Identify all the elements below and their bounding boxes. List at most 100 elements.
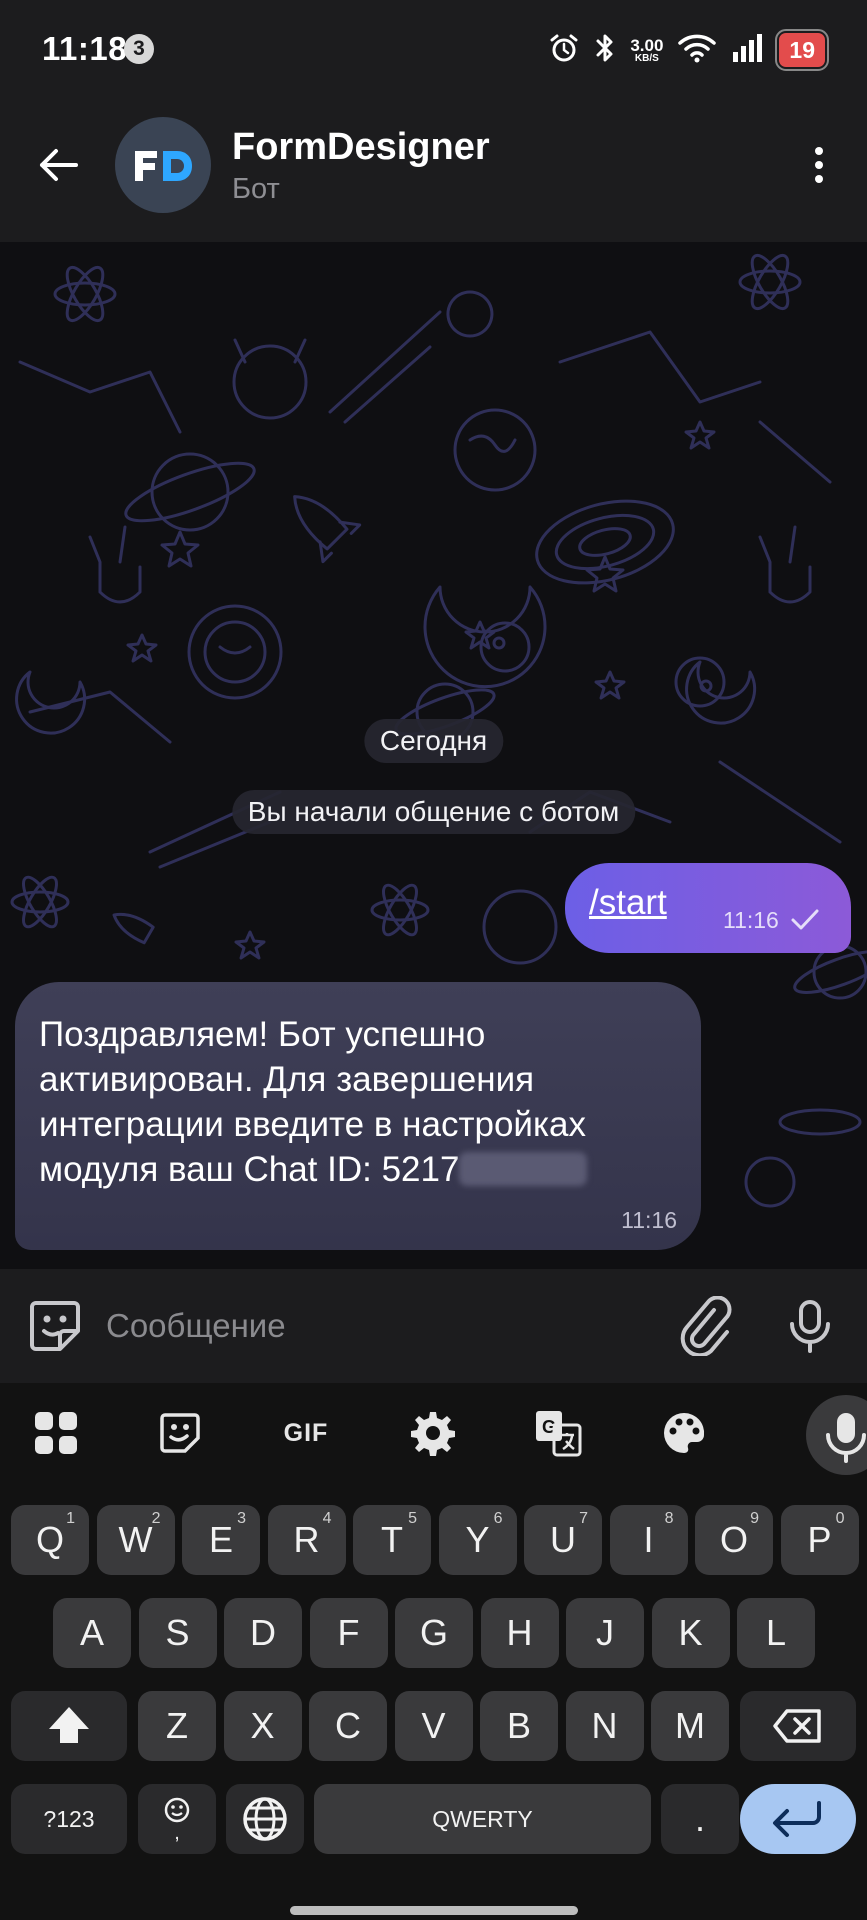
key-s[interactable]: S	[138, 1598, 217, 1668]
key-f[interactable]: F	[309, 1598, 388, 1668]
sticker-icon	[160, 1413, 200, 1453]
settings-icon	[411, 1412, 455, 1456]
keyboard-voice-button[interactable]	[806, 1395, 867, 1475]
emoji-key[interactable]: ,	[138, 1784, 216, 1854]
mic-icon	[790, 1300, 830, 1353]
key-number-hint: 8	[664, 1510, 674, 1527]
key-label: P	[807, 1519, 832, 1560]
symbols-key[interactable]: ?123	[11, 1784, 127, 1854]
key-t[interactable]: T5	[353, 1505, 431, 1575]
message-time: 11:16	[723, 907, 779, 933]
service-message: Вы начали общение с ботом	[231, 790, 636, 834]
translate-icon: G	[536, 1411, 582, 1457]
mic-icon	[826, 1413, 866, 1463]
more-vertical-icon	[815, 147, 823, 183]
key-number-hint: 4	[322, 1510, 332, 1527]
key-label: T	[381, 1519, 403, 1560]
key-number-hint: 2	[151, 1510, 161, 1527]
key-m[interactable]: M	[651, 1691, 729, 1761]
enter-key[interactable]	[740, 1784, 856, 1854]
key-c[interactable]: C	[309, 1691, 387, 1761]
sticker-icon	[30, 1301, 80, 1351]
key-label: I	[643, 1519, 654, 1560]
network-speed: 3.00 KB/S	[630, 35, 664, 64]
back-button[interactable]	[28, 135, 88, 195]
avatar[interactable]	[115, 117, 211, 213]
attach-button[interactable]	[676, 1295, 736, 1358]
redacted-chat-id	[459, 1152, 588, 1186]
sent-check-icon	[791, 909, 819, 930]
key-label: U	[550, 1519, 576, 1560]
key-x[interactable]: X	[223, 1691, 302, 1761]
key-label: Y	[465, 1519, 490, 1560]
notification-count-badge: 3	[124, 34, 154, 64]
key-number-hint: 1	[66, 1510, 75, 1527]
keyboard: GIF G ?123 , QWERTY . Q1W2E3R4T5Y6U7I8O9…	[0, 1383, 867, 1920]
gif-button[interactable]: GIF	[276, 1403, 336, 1463]
sticker-button[interactable]	[150, 1403, 210, 1463]
key-j[interactable]: J	[566, 1598, 644, 1668]
key-k[interactable]: K	[651, 1598, 730, 1668]
period-key[interactable]: .	[661, 1784, 739, 1854]
key-g[interactable]: G	[395, 1598, 473, 1668]
key-a[interactable]: A	[53, 1598, 131, 1668]
key-number-hint: 9	[750, 1510, 759, 1527]
space-key[interactable]: QWERTY	[314, 1784, 651, 1854]
alarm-icon	[548, 32, 580, 69]
command-link[interactable]: /start	[589, 883, 667, 923]
key-b[interactable]: B	[480, 1691, 558, 1761]
key-l[interactable]: L	[737, 1598, 815, 1668]
key-number-hint: 0	[835, 1510, 845, 1527]
key-r[interactable]: R4	[267, 1505, 346, 1575]
emoji-key-comma: ,	[174, 1822, 180, 1844]
key-n[interactable]: N	[565, 1691, 644, 1761]
key-v[interactable]: V	[394, 1691, 473, 1761]
theme-button[interactable]	[654, 1403, 714, 1463]
key-q[interactable]: Q1	[11, 1505, 89, 1575]
shift-icon	[49, 1707, 89, 1743]
key-p[interactable]: P0	[780, 1505, 859, 1575]
key-z[interactable]: Z	[138, 1691, 216, 1761]
key-y[interactable]: Y6	[438, 1505, 517, 1575]
key-label: R	[293, 1519, 320, 1560]
more-menu-button[interactable]	[791, 135, 847, 195]
message-input[interactable]	[106, 1298, 556, 1354]
incoming-message-text: Поздравляем! Бот успешно активирован. Дл…	[39, 1012, 679, 1192]
chat-area[interactable]: Сегодня Вы начали общение с ботом /start…	[0, 242, 867, 1269]
keyboard-settings-button[interactable]	[403, 1403, 463, 1463]
key-number-hint: 7	[579, 1510, 588, 1527]
incoming-message-bubble[interactable]: Поздравляем! Бот успешно активирован. Дл…	[15, 982, 701, 1250]
key-number-hint: 6	[493, 1510, 503, 1527]
apps-icon	[35, 1412, 77, 1454]
key-e[interactable]: E3	[182, 1505, 260, 1575]
chat-header: FormDesigner Бот	[0, 100, 867, 242]
backspace-key[interactable]	[740, 1691, 856, 1761]
status-time: 11:18	[42, 30, 128, 67]
keyboard-toolbar: GIF G	[0, 1383, 867, 1483]
key-label: W	[118, 1519, 153, 1560]
key-u[interactable]: U7	[524, 1505, 602, 1575]
language-key[interactable]	[226, 1784, 304, 1854]
enter-icon	[773, 1801, 821, 1837]
shift-key[interactable]	[11, 1691, 127, 1761]
sticker-emoji-button[interactable]	[26, 1297, 84, 1355]
paperclip-icon	[680, 1295, 732, 1358]
globe-icon	[243, 1797, 287, 1841]
home-indicator[interactable]	[290, 1906, 578, 1915]
key-h[interactable]: H	[480, 1598, 559, 1668]
translate-button[interactable]: G	[528, 1403, 588, 1463]
chat-subtitle: Бот	[232, 173, 280, 205]
chat-title[interactable]: FormDesigner	[232, 126, 490, 169]
key-i[interactable]: I8	[609, 1505, 688, 1575]
key-d[interactable]: D	[224, 1598, 302, 1668]
key-w[interactable]: W2	[96, 1505, 175, 1575]
voice-message-button[interactable]	[780, 1296, 840, 1356]
key-number-hint: 3	[237, 1510, 246, 1527]
emoji-icon: ,	[164, 1797, 190, 1844]
outgoing-message-bubble[interactable]: /start 11:16	[565, 863, 851, 953]
apps-button[interactable]	[26, 1403, 86, 1463]
key-o[interactable]: O9	[695, 1505, 773, 1575]
backspace-icon	[773, 1709, 821, 1743]
status-icons: 3.00 KB/S 19	[548, 29, 829, 71]
date-separator: Сегодня	[363, 719, 504, 763]
